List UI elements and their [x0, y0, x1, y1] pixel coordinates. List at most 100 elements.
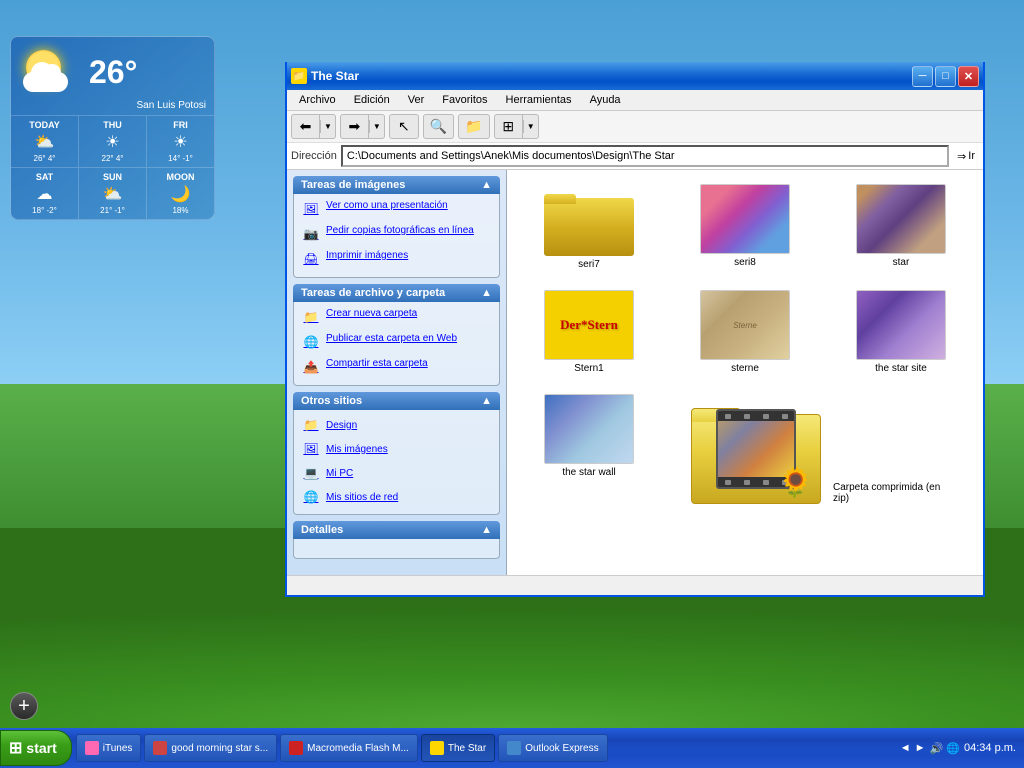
- sidebar-link-mis-imagenes[interactable]: 🖼 Mis imágenes: [300, 438, 493, 460]
- sidebar-section-details: Detalles ▲: [293, 521, 500, 559]
- sidebar-link-publish-web[interactable]: 🌐 Publicar esta carpeta en Web: [300, 331, 493, 353]
- view-button[interactable]: ⊞: [495, 115, 523, 138]
- weather-sun-icon: [21, 45, 81, 100]
- sidebar-link-presentation[interactable]: 🖼 Ver como una presentación: [300, 198, 493, 220]
- explorer-folder-icon: 📁: [291, 68, 307, 84]
- menu-favoritos[interactable]: Favoritos: [434, 92, 495, 108]
- seri8-label: seri8: [734, 257, 756, 268]
- forward-group: ➡ ▼: [340, 114, 385, 139]
- file-item-zip-folder[interactable]: 🌻 Carpeta comprimida (en zip): [671, 388, 975, 510]
- publish-web-icon: 🌐: [302, 333, 320, 351]
- file-area: seri7 seri8 star: [507, 170, 983, 575]
- sidebar-link-new-folder[interactable]: 📁 Crear nueva carpeta: [300, 306, 493, 328]
- taskbar-btn-the-star[interactable]: The Star: [421, 734, 495, 762]
- share-icon: 📤: [302, 358, 320, 376]
- search-tool-group: 🔍: [423, 114, 454, 139]
- address-input[interactable]: [341, 145, 949, 167]
- seri7-label: seri7: [578, 259, 600, 270]
- view-tool-group: ⊞ ▼: [494, 114, 539, 139]
- search-button[interactable]: 🔍: [424, 115, 453, 138]
- star-label: star: [893, 257, 910, 268]
- weather-today: 26°: [11, 37, 214, 104]
- sterne-thumbnail: Sterne: [700, 290, 790, 360]
- stern1-thumbnail: Der*Stern: [544, 290, 634, 360]
- close-button[interactable]: ✕: [958, 66, 979, 87]
- file-tasks-header[interactable]: Tareas de archivo y carpeta ▲: [293, 284, 500, 302]
- address-label: Dirección: [291, 150, 337, 162]
- the-star-site-thumbnail: [856, 290, 946, 360]
- sidebar-section-other-sites: Otros sitios ▲ 📁 Design 🖼 Mis imágenes 💻…: [293, 392, 500, 515]
- the-star-wall-thumbnail: [544, 394, 634, 464]
- folders-tool-group: 📁: [458, 114, 489, 139]
- status-bar: [287, 575, 983, 595]
- file-item-the-star-site[interactable]: the star site: [827, 284, 975, 380]
- zip-folder-label: Carpeta comprimida (en zip): [833, 482, 953, 504]
- taskbar-btn-outlook[interactable]: Outlook Express: [498, 734, 607, 762]
- select-button[interactable]: ↖: [390, 115, 418, 138]
- mis-sitios-icon: 🌐: [302, 488, 320, 506]
- seri7-folder-icon: [544, 184, 634, 256]
- taskbar-nav-left[interactable]: ◄: [900, 742, 911, 754]
- image-tasks-header[interactable]: Tareas de imágenes ▲: [293, 176, 500, 194]
- explorer-body: Tareas de imágenes ▲ 🖼 Ver como una pres…: [287, 170, 983, 575]
- titlebar-controls: ─ □ ✕: [912, 66, 979, 87]
- sidebar-link-print[interactable]: 🖨 Imprimir imágenes: [300, 248, 493, 270]
- menu-herramientas[interactable]: Herramientas: [498, 92, 580, 108]
- system-tray: 🔊 🌐: [930, 742, 960, 755]
- taskbar-nav-right[interactable]: ►: [915, 742, 926, 754]
- taskbar-right: ◄ ► 🔊 🌐 04:34 p.m.: [892, 742, 1024, 755]
- back-button[interactable]: ⬅: [292, 115, 320, 138]
- sidebar-link-mi-pc[interactable]: 💻 Mi PC: [300, 462, 493, 484]
- mis-imagenes-icon: 🖼: [302, 440, 320, 458]
- the-star-wall-label: the star wall: [562, 467, 615, 478]
- view-dropdown[interactable]: ▼: [523, 120, 538, 133]
- sidebar-link-photo-copies[interactable]: 📷 Pedir copias fotográficas en línea: [300, 223, 493, 245]
- file-item-the-star-wall[interactable]: the star wall: [515, 388, 663, 510]
- minimize-button[interactable]: ─: [912, 66, 933, 87]
- explorer-titlebar: 📁 The Star ─ □ ✕: [287, 62, 983, 90]
- select-tool-group: ↖: [389, 114, 419, 139]
- add-button[interactable]: +: [10, 692, 38, 720]
- taskbar-btn-macromedia[interactable]: Macromedia Flash M...: [280, 734, 418, 762]
- file-item-seri8[interactable]: seri8: [671, 178, 819, 276]
- taskbar-btn-itunes[interactable]: iTunes: [76, 734, 142, 762]
- file-item-sterne[interactable]: Sterne sterne: [671, 284, 819, 380]
- stern1-label: Stern1: [574, 363, 603, 374]
- forward-dropdown[interactable]: ▼: [369, 120, 384, 133]
- explorer-menubar: Archivo Edición Ver Favoritos Herramient…: [287, 90, 983, 111]
- sidebar-section-image-tasks: Tareas de imágenes ▲ 🖼 Ver como una pres…: [293, 176, 500, 278]
- file-item-seri7[interactable]: seri7: [515, 178, 663, 276]
- forward-button[interactable]: ➡: [341, 115, 369, 138]
- image-tasks-content: 🖼 Ver como una presentación 📷 Pedir copi…: [293, 194, 500, 278]
- start-button[interactable]: ⊞ start: [0, 730, 72, 766]
- good-morning-icon: [153, 741, 167, 755]
- other-sites-header[interactable]: Otros sitios ▲: [293, 392, 500, 410]
- weather-days: TODAY ⛅ 26° 4° THU ☀ 22° 4° FRI ☀ 14° -1…: [11, 115, 214, 167]
- explorer-sidebar: Tareas de imágenes ▲ 🖼 Ver como una pres…: [287, 170, 507, 575]
- print-icon: 🖨: [302, 250, 320, 268]
- explorer-window: 📁 The Star ─ □ ✕ Archivo Edición Ver Fav…: [285, 62, 985, 597]
- menu-edicion[interactable]: Edición: [346, 92, 398, 108]
- file-item-star[interactable]: star: [827, 178, 975, 276]
- details-header[interactable]: Detalles ▲: [293, 521, 500, 539]
- details-content: [293, 539, 500, 559]
- taskbar-btn-good-morning[interactable]: good morning star s...: [144, 734, 277, 762]
- maximize-button[interactable]: □: [935, 66, 956, 87]
- address-bar: Dirección ⇒ Ir: [287, 143, 983, 170]
- weather-temp: 26°: [89, 54, 137, 91]
- folders-button[interactable]: 📁: [459, 115, 488, 138]
- back-dropdown[interactable]: ▼: [320, 120, 335, 133]
- sidebar-link-design[interactable]: 📁 Design: [300, 414, 493, 436]
- menu-ayuda[interactable]: Ayuda: [582, 92, 629, 108]
- photo-copies-icon: 📷: [302, 225, 320, 243]
- menu-ver[interactable]: Ver: [400, 92, 433, 108]
- sidebar-section-file-tasks: Tareas de archivo y carpeta ▲ 📁 Crear nu…: [293, 284, 500, 386]
- presentation-icon: 🖼: [302, 200, 320, 218]
- macromedia-icon: [289, 741, 303, 755]
- menu-archivo[interactable]: Archivo: [291, 92, 344, 108]
- sidebar-link-mis-sitios[interactable]: 🌐 Mis sitios de red: [300, 486, 493, 508]
- address-go-button[interactable]: ⇒ Ir: [953, 148, 979, 165]
- forecast-sat: SAT ☁ 18° -2°: [11, 168, 79, 219]
- file-item-stern1[interactable]: Der*Stern Stern1: [515, 284, 663, 380]
- sidebar-link-share[interactable]: 📤 Compartir esta carpeta: [300, 356, 493, 378]
